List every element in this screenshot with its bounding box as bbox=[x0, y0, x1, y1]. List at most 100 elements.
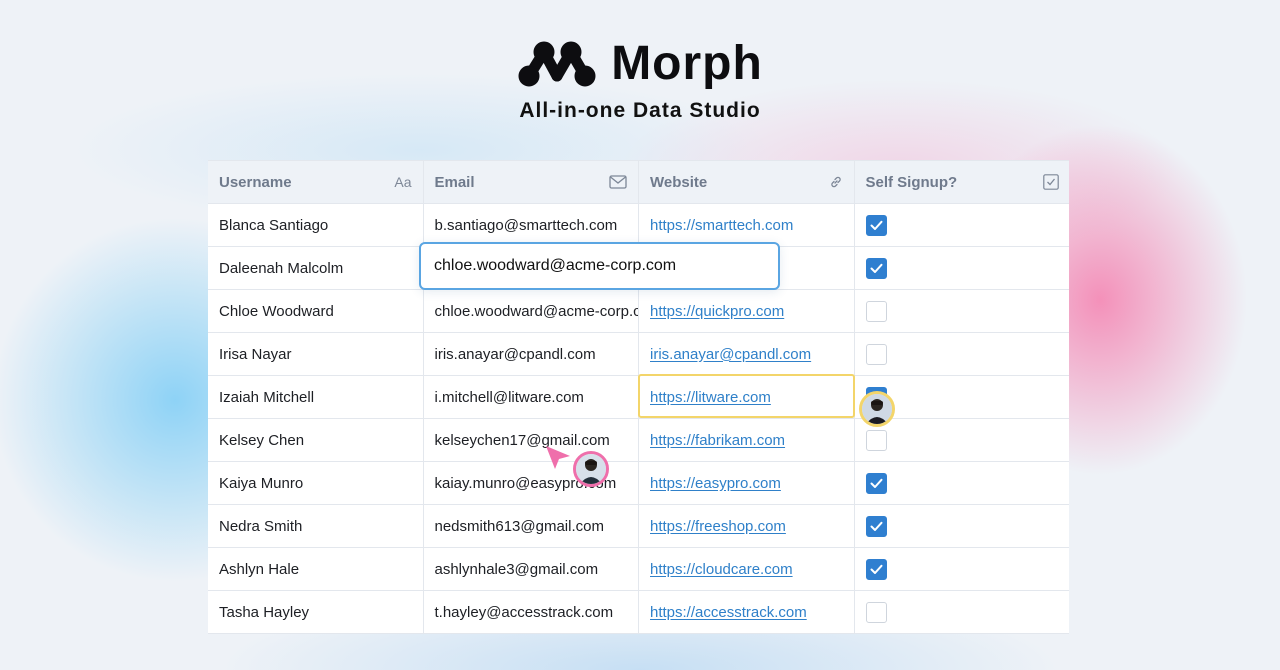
username-text: Daleenah Malcolm bbox=[219, 259, 344, 277]
website-link[interactable]: https://fabrikam.com bbox=[650, 432, 785, 449]
column-header-username[interactable]: Username Aa bbox=[208, 161, 424, 203]
table-row: Tasha Hayley t.hayley@accesstrack.com http… bbox=[208, 591, 1069, 634]
username-cell[interactable]: Blanca Santiago bbox=[208, 204, 424, 246]
envelope-icon bbox=[609, 175, 627, 189]
table-row: Kelsey Chen kelseychen17@gmail.com https:/… bbox=[208, 419, 1069, 462]
website-cell[interactable]: https://easypro.com bbox=[639, 462, 855, 504]
self-signup-checkbox[interactable] bbox=[865, 343, 887, 365]
email-text: b.santiago@smarttech.com bbox=[434, 216, 618, 234]
self-signup-cell bbox=[855, 419, 1070, 461]
column-header-website[interactable]: Website bbox=[639, 161, 855, 203]
self-signup-cell bbox=[855, 204, 1070, 246]
self-signup-checkbox[interactable] bbox=[865, 300, 887, 322]
data-table: Username Aa Email Website Self Signup? B… bbox=[208, 160, 1069, 634]
table-row: Izaiah Mitchell i.mitchell@litware.com htt… bbox=[208, 376, 1069, 419]
column-header-self-signup[interactable]: Self Signup? bbox=[855, 161, 1070, 203]
website-link[interactable]: https://accesstrack.com bbox=[650, 604, 807, 621]
username-text: Kelsey Chen bbox=[219, 431, 305, 449]
username-text: Ashlyn Hale bbox=[219, 560, 300, 578]
table-header-row: Username Aa Email Website Self Signup? bbox=[208, 161, 1069, 204]
email-cell[interactable]: iris.anayar@cpandl.com bbox=[424, 333, 639, 375]
column-label: Website bbox=[650, 173, 708, 191]
cell-edit-input[interactable]: chloe.woodward@acme-corp.com bbox=[419, 242, 780, 290]
username-cell[interactable]: Ashlyn Hale bbox=[208, 548, 424, 590]
email-cell[interactable]: b.santiago@smarttech.com bbox=[424, 204, 639, 246]
table-row: Kaiya Munro kaiay.munro@easypro.com https:… bbox=[208, 462, 1069, 505]
logo: Morph bbox=[517, 36, 763, 92]
column-label: Username bbox=[219, 173, 292, 191]
self-signup-checkbox[interactable] bbox=[865, 558, 887, 580]
collaborator-avatar-yellow[interactable] bbox=[859, 391, 895, 427]
column-header-email[interactable]: Email bbox=[424, 161, 639, 203]
username-cell[interactable]: Kelsey Chen bbox=[208, 419, 424, 461]
checkbox-icon bbox=[1043, 174, 1059, 190]
username-cell[interactable]: Tasha Hayley bbox=[208, 591, 424, 633]
website-cell[interactable]: https://cloudcare.com bbox=[639, 548, 855, 590]
email-text: iris.anayar@cpandl.com bbox=[434, 345, 596, 363]
self-signup-cell bbox=[855, 247, 1070, 289]
website-link[interactable]: https://freeshop.com bbox=[650, 518, 786, 535]
text-type-icon: Aa bbox=[394, 174, 412, 190]
self-signup-checkbox[interactable] bbox=[865, 214, 887, 236]
person-icon bbox=[862, 394, 892, 424]
table-row: Chloe Woodward chloe.woodward@acme-corp.c… bbox=[208, 290, 1069, 333]
column-label: Email bbox=[434, 173, 475, 191]
email-cell[interactable]: nedsmith613@gmail.com bbox=[424, 505, 639, 547]
column-label: Self Signup? bbox=[865, 173, 958, 191]
email-text: kelseychen17@gmail.com bbox=[434, 431, 610, 449]
username-cell[interactable]: Chloe Woodward bbox=[208, 290, 424, 332]
email-cell[interactable]: t.hayley@accesstrack.com bbox=[424, 591, 639, 633]
self-signup-checkbox[interactable] bbox=[865, 429, 887, 451]
morph-logo-icon bbox=[518, 41, 596, 87]
email-text: t.hayley@accesstrack.com bbox=[434, 603, 614, 621]
username-text: Kaiya Munro bbox=[219, 474, 304, 492]
website-link[interactable]: https://litware.com bbox=[650, 389, 771, 406]
username-text: Chloe Woodward bbox=[219, 302, 334, 320]
self-signup-cell bbox=[855, 591, 1070, 633]
email-cell[interactable]: chloe.woodward@acme-corp.c bbox=[424, 290, 639, 332]
email-cell[interactable]: i.mitchell@litware.com bbox=[424, 376, 639, 418]
email-text: chloe.woodward@acme-corp.c bbox=[434, 302, 639, 320]
username-text: Blanca Santiago bbox=[219, 216, 329, 234]
email-text: nedsmith613@gmail.com bbox=[434, 517, 604, 535]
website-cell[interactable]: https://litware.com bbox=[639, 376, 855, 418]
self-signup-cell bbox=[855, 333, 1070, 375]
website-link[interactable]: https://cloudcare.com bbox=[650, 561, 793, 578]
self-signup-cell bbox=[855, 505, 1070, 547]
website-link[interactable]: iris.anayar@cpandl.com bbox=[650, 346, 811, 363]
website-cell[interactable]: https://quickpro.com bbox=[639, 290, 855, 332]
website-cell[interactable]: https://fabrikam.com bbox=[639, 419, 855, 461]
username-cell[interactable]: Kaiya Munro bbox=[208, 462, 424, 504]
email-text: i.mitchell@litware.com bbox=[434, 388, 584, 406]
tagline: All-in-one Data Studio bbox=[519, 99, 761, 122]
username-cell[interactable]: Irisa Nayar bbox=[208, 333, 424, 375]
website-link[interactable]: https://quickpro.com bbox=[650, 303, 784, 320]
username-cell[interactable]: Nedra Smith bbox=[208, 505, 424, 547]
table-row: Irisa Nayar iris.anayar@cpandl.com iris.an… bbox=[208, 333, 1069, 376]
website-cell[interactable]: iris.anayar@cpandl.com bbox=[639, 333, 855, 375]
link-icon bbox=[829, 175, 843, 189]
self-signup-checkbox[interactable] bbox=[865, 601, 887, 623]
website-cell[interactable]: https://smarttech.com bbox=[639, 204, 855, 246]
cell-edit-value: chloe.woodward@acme-corp.com bbox=[434, 257, 677, 274]
table-row: Nedra Smith nedsmith613@gmail.com https://… bbox=[208, 505, 1069, 548]
self-signup-checkbox[interactable] bbox=[865, 515, 887, 537]
website-cell[interactable]: https://accesstrack.com bbox=[639, 591, 855, 633]
username-text: Tasha Hayley bbox=[219, 603, 310, 621]
self-signup-cell bbox=[855, 290, 1070, 332]
person-icon bbox=[576, 454, 606, 484]
username-text: Nedra Smith bbox=[219, 517, 303, 535]
collaborator-avatar-pink[interactable] bbox=[573, 451, 609, 487]
username-cell[interactable]: Izaiah Mitchell bbox=[208, 376, 424, 418]
self-signup-checkbox[interactable] bbox=[865, 257, 887, 279]
email-cell[interactable]: kelseychen17@gmail.com bbox=[424, 419, 639, 461]
table-row: Ashlyn Hale ashlynhale3@gmail.com https://… bbox=[208, 548, 1069, 591]
self-signup-checkbox[interactable] bbox=[865, 472, 887, 494]
website-cell[interactable]: https://freeshop.com bbox=[639, 505, 855, 547]
website-link[interactable]: https://smarttech.com bbox=[650, 217, 793, 234]
table-row: Blanca Santiago b.santiago@smarttech.com h… bbox=[208, 204, 1069, 247]
email-cell[interactable]: ashlynhale3@gmail.com bbox=[424, 548, 639, 590]
website-link[interactable]: https://easypro.com bbox=[650, 475, 781, 492]
collaborator-cursor-icon bbox=[546, 446, 570, 469]
username-cell[interactable]: Daleenah Malcolm bbox=[208, 247, 424, 289]
